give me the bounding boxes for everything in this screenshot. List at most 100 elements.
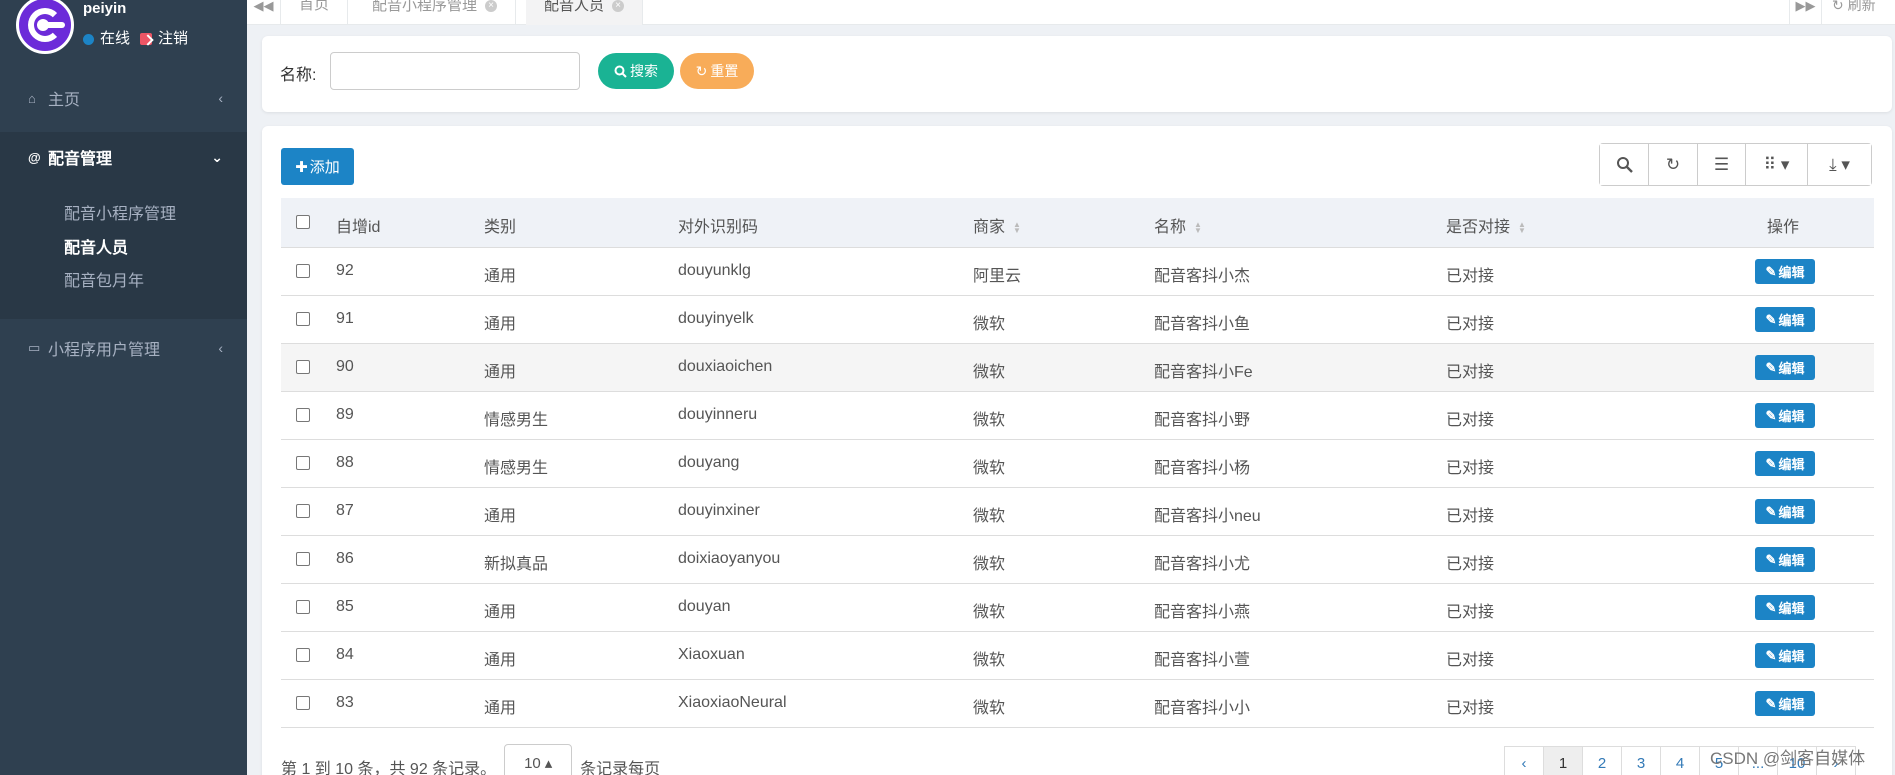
list-view-icon: ☰: [1713, 154, 1730, 174]
cell-merchant: 微软: [973, 412, 1006, 429]
sort-icon[interactable]: ▲ ▼: [1013, 220, 1021, 234]
row-checkbox[interactable]: [296, 408, 310, 422]
tab-scroll-right-button[interactable]: ▶▶: [1789, 0, 1821, 25]
toggle-view-button[interactable]: ☰: [1698, 144, 1746, 185]
page-button[interactable]: 2: [1582, 746, 1622, 775]
close-icon[interactable]: ×: [485, 0, 498, 12]
row-checkbox[interactable]: [296, 504, 310, 518]
sidebar: peiyin 在线 注销 ⌂ 主页 ‹ @ 配音管理 ⌄ 配音小程序管理 配音人…: [0, 0, 247, 775]
cell-category: 通用: [484, 700, 517, 717]
sidebar-item-dub-staff[interactable]: 配音人员: [64, 234, 128, 258]
cell-id: 87: [336, 502, 354, 519]
edit-icon: ✎: [1765, 503, 1777, 519]
table-body: 92 通用 douyunklg 阿里云 配音客抖小杰 已对接 ✎ 编辑 91 通用 douyinye…: [281, 248, 1874, 728]
cell-docked: 已对接: [1446, 412, 1495, 429]
edit-button[interactable]: ✎ 编辑: [1755, 643, 1815, 668]
online-dot-icon: [83, 33, 94, 45]
sidebar-item-dub-monthly[interactable]: 配音包月年: [64, 267, 144, 291]
reset-button[interactable]: ↻ 重置: [680, 53, 754, 89]
col-header-name[interactable]: 名称 ▲ ▼: [1154, 213, 1202, 237]
sidebar-item-dub-miniprogram[interactable]: 配音小程序管理: [64, 200, 176, 224]
cell-code: Xiaoxuan: [678, 646, 745, 663]
edit-button[interactable]: ✎ 编辑: [1755, 307, 1815, 332]
cell-docked: 已对接: [1446, 268, 1495, 285]
cell-docked: 已对接: [1446, 556, 1495, 573]
table-row[interactable]: 83 通用 XiaoxiaoNeural 微软 配音客抖小小 已对接 ✎ 编辑: [281, 680, 1874, 728]
table-row[interactable]: 89 情感男生 douyinneru 微软 配音客抖小野 已对接 ✎ 编辑: [281, 392, 1874, 440]
table-row[interactable]: 86 新拟真品 doixiaoyanyou 微软 配音客抖小尤 已对接 ✎ 编辑: [281, 536, 1874, 584]
nav-miniprogram-users[interactable]: ▭ 小程序用户管理 ‹: [0, 324, 247, 372]
search-button[interactable]: 搜索: [598, 53, 674, 89]
nav-home[interactable]: ⌂ 主页 ‹: [0, 74, 247, 122]
table-row[interactable]: 84 通用 Xiaoxuan 微软 配音客抖小萱 已对接 ✎ 编辑: [281, 632, 1874, 680]
sort-icon[interactable]: ▲ ▼: [1518, 220, 1526, 234]
row-checkbox[interactable]: [296, 648, 310, 662]
row-checkbox[interactable]: [296, 360, 310, 374]
table-row[interactable]: 90 通用 douxiaoichen 微软 配音客抖小Fe 已对接 ✎ 编辑: [281, 344, 1874, 392]
toggle-search-button[interactable]: [1600, 144, 1649, 185]
logout-link[interactable]: 注销: [140, 27, 188, 48]
name-search-input[interactable]: [330, 52, 580, 90]
cell-id: 89: [336, 406, 354, 423]
chevron-down-icon: ⌄: [211, 148, 223, 165]
edit-button[interactable]: ✎ 编辑: [1755, 355, 1815, 380]
edit-button[interactable]: ✎ 编辑: [1755, 259, 1815, 284]
table-row[interactable]: 87 通用 douyinxiner 微软 配音客抖小neu 已对接 ✎ 编辑: [281, 488, 1874, 536]
cell-name: 配音客抖小Fe: [1154, 364, 1253, 381]
avatar[interactable]: [16, 0, 74, 54]
sort-icon[interactable]: ▲ ▼: [1194, 220, 1202, 234]
user-profile: peiyin 在线 注销: [12, 0, 242, 60]
row-checkbox[interactable]: [296, 264, 310, 278]
page-size-select[interactable]: 10 ▴: [504, 744, 573, 775]
page-button[interactable]: 3: [1621, 746, 1661, 775]
edit-button[interactable]: ✎ 编辑: [1755, 403, 1815, 428]
cell-name: 配音客抖小燕: [1154, 604, 1251, 621]
col-header-category[interactable]: 类别: [484, 213, 516, 237]
table-row[interactable]: 92 通用 douyunklg 阿里云 配音客抖小杰 已对接 ✎ 编辑: [281, 248, 1874, 296]
page-prev-button[interactable]: ‹: [1504, 746, 1544, 775]
edit-button[interactable]: ✎ 编辑: [1755, 499, 1815, 524]
cell-id: 86: [336, 550, 354, 567]
row-checkbox[interactable]: [296, 312, 310, 326]
refresh-icon: ↻: [1665, 154, 1681, 174]
col-header-code[interactable]: 对外识别码: [678, 213, 758, 237]
watermark: CSDN @剑客自媒体: [1710, 749, 1866, 768]
cell-merchant: 微软: [973, 364, 1006, 381]
cell-docked: 已对接: [1446, 700, 1495, 717]
edit-button[interactable]: ✎ 编辑: [1755, 547, 1815, 572]
grid-icon: ⠿ ▾: [1763, 154, 1790, 174]
nav-dub-management[interactable]: @ 配音管理 ⌄: [0, 132, 247, 182]
tab-home[interactable]: 首页: [281, 0, 349, 25]
tab-dub-staff[interactable]: 配音人员 ×: [526, 0, 644, 25]
table-row[interactable]: 91 通用 douyinyelk 微软 配音客抖小鱼 已对接 ✎ 编辑: [281, 296, 1874, 344]
close-icon[interactable]: ×: [612, 0, 625, 12]
col-header-merchant[interactable]: 商家 ▲ ▼: [973, 213, 1021, 237]
row-checkbox[interactable]: [296, 600, 310, 614]
refresh-table-button[interactable]: ↻: [1649, 144, 1698, 185]
chevron-left-icon: ‹: [218, 340, 223, 356]
add-button[interactable]: ✚ 添加: [281, 148, 354, 185]
row-checkbox[interactable]: [296, 456, 310, 470]
page-button[interactable]: 1: [1543, 746, 1583, 775]
edit-button[interactable]: ✎ 编辑: [1755, 691, 1815, 716]
tab-dub-miniprogram[interactable]: 配音小程序管理 ×: [354, 0, 517, 25]
table-row[interactable]: 88 情感男生 douyang 微软 配音客抖小杨 已对接 ✎ 编辑: [281, 440, 1874, 488]
edit-icon: ✎: [1765, 647, 1777, 663]
row-checkbox[interactable]: [296, 696, 310, 710]
refresh-tab-button[interactable]: ↻ 刷新: [1821, 0, 1895, 25]
select-all-checkbox[interactable]: [296, 215, 310, 229]
edit-button[interactable]: ✎ 编辑: [1755, 595, 1815, 620]
columns-button[interactable]: ⠿ ▾: [1746, 144, 1808, 185]
col-header-docked[interactable]: 是否对接 ▲ ▼: [1446, 213, 1526, 237]
export-button[interactable]: ⤓ ▾: [1808, 144, 1871, 185]
col-header-id[interactable]: 自增id: [336, 213, 380, 237]
pagination-info: 第 1 到 10 条，共 92 条记录。 10 ▴ 条记录每页: [281, 744, 660, 775]
table-row[interactable]: 85 通用 douyan 微软 配音客抖小燕 已对接 ✎ 编辑: [281, 584, 1874, 632]
user-name: peiyin: [83, 0, 127, 17]
tab-scroll-left-button[interactable]: ◀◀: [247, 0, 281, 25]
plus-icon: ✚: [295, 158, 308, 176]
edit-button[interactable]: ✎ 编辑: [1755, 451, 1815, 476]
page-button[interactable]: 4: [1660, 746, 1700, 775]
row-checkbox[interactable]: [296, 552, 310, 566]
cell-name: 配音客抖小杰: [1154, 268, 1251, 285]
